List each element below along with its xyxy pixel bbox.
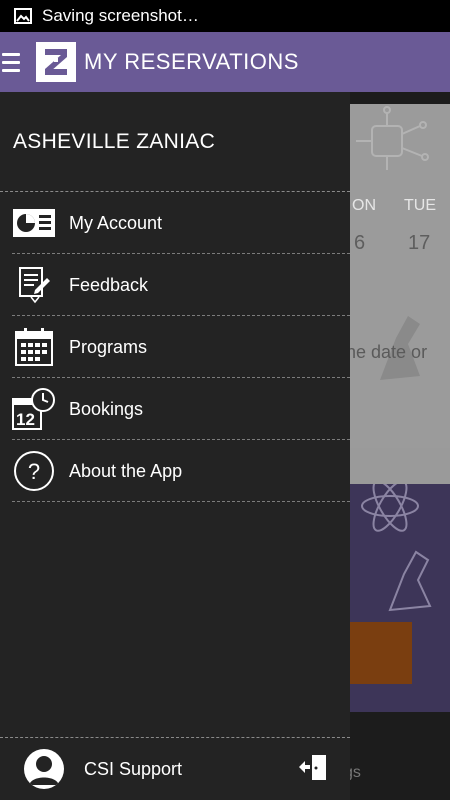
feedback-pencil-icon xyxy=(12,263,56,307)
app-bar: MY RESERVATIONS xyxy=(0,32,450,92)
grey-bar xyxy=(350,448,450,484)
drawer-menu: My Account Feedback Programs 12 Bookings… xyxy=(0,192,350,502)
support-label[interactable]: CSI Support xyxy=(84,759,182,780)
message-panel xyxy=(350,280,450,448)
calendar-icon xyxy=(12,325,56,369)
menu-item-feedback[interactable]: Feedback xyxy=(0,254,350,316)
svg-text:12: 12 xyxy=(16,410,35,429)
message-text: he date or xyxy=(350,342,428,362)
status-bar: Saving screenshot… xyxy=(0,0,450,32)
menu-item-label: My Account xyxy=(69,212,163,233)
menu-item-about-the-app[interactable]: ? About the App xyxy=(0,440,350,502)
menu-item-bookings[interactable]: 12 Bookings xyxy=(0,378,350,440)
background-content: ON TUE 6 17 he date or gs xyxy=(350,92,450,800)
menu-item-programs[interactable]: Programs xyxy=(0,316,350,378)
bottom-text: gs xyxy=(350,764,361,781)
svg-text:?: ? xyxy=(28,459,40,484)
menu-item-label: Programs xyxy=(69,336,148,357)
drawer-header: ASHEVILLE ZANIAC xyxy=(13,130,216,153)
circuit-brain-icon xyxy=(356,106,429,170)
day-header: TUE xyxy=(404,197,436,214)
page-title: MY RESERVATIONS xyxy=(84,49,299,74)
day-header: ON xyxy=(352,197,376,214)
menu-item-label: About the App xyxy=(69,460,183,481)
app-logo xyxy=(36,42,76,82)
logout-door-icon[interactable] xyxy=(298,752,328,782)
menu-item-label: Feedback xyxy=(69,274,149,295)
account-card-icon xyxy=(12,201,56,245)
orange-button[interactable] xyxy=(350,622,412,684)
status-text: Saving screenshot… xyxy=(42,6,199,25)
drawer-footer: CSI Support xyxy=(0,738,350,800)
zaniac-logo-icon xyxy=(45,49,67,75)
navigation-drawer: ASHEVILLE ZANIAC My Account Feedback Pro… xyxy=(0,92,350,800)
image-icon xyxy=(14,8,32,24)
menu-item-my-account[interactable]: My Account xyxy=(0,192,350,254)
day-number[interactable]: 17 xyxy=(408,232,430,255)
calendar-clock-icon: 12 xyxy=(12,387,56,431)
question-circle-icon: ? xyxy=(12,449,56,493)
user-avatar-icon xyxy=(24,749,64,789)
hamburger-icon[interactable] xyxy=(0,32,34,92)
day-number[interactable]: 6 xyxy=(354,232,365,255)
menu-item-label: Bookings xyxy=(69,398,144,419)
